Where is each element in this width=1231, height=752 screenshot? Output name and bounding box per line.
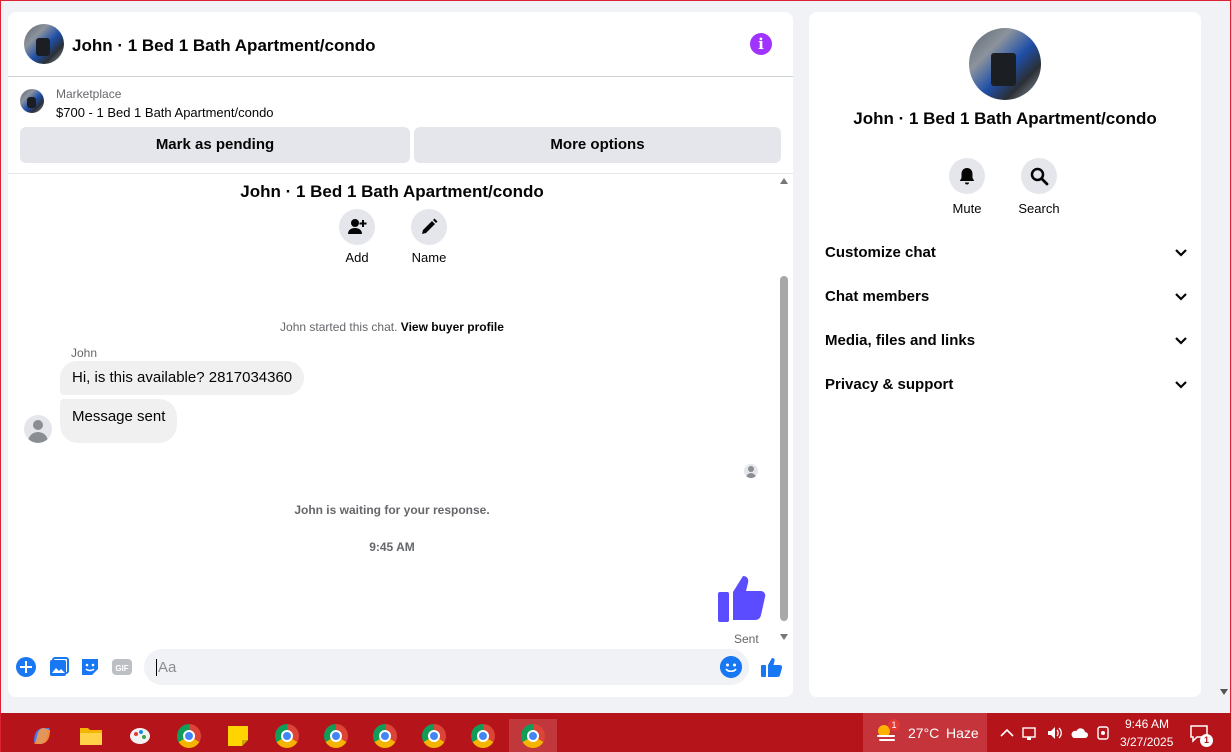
customize-chat-section[interactable]: Customize chat <box>825 238 1187 268</box>
listing-price-title[interactable]: $700 - 1 Bed 1 Bath Apartment/condo <box>56 105 274 120</box>
message-bubble[interactable]: Message sent <box>60 399 178 443</box>
clock-time[interactable]: 9:46 AM <box>1125 717 1169 731</box>
marketplace-banner: Marketplace $700 - 1 Bed 1 Bath Apartmen… <box>8 77 793 174</box>
listing-avatar[interactable] <box>24 24 64 64</box>
waiting-notice: John is waiting for your response. <box>294 503 490 517</box>
sender-name: John <box>71 346 98 360</box>
page-scrollbar[interactable] <box>1217 1 1231 713</box>
volume-icon[interactable] <box>1046 725 1064 741</box>
mute-label: Mute <box>952 201 982 216</box>
chrome-profile-icon[interactable] <box>365 719 405 752</box>
name-button[interactable]: Name <box>399 209 459 265</box>
chrome-profile-icon[interactable] <box>316 719 356 752</box>
weather-widget[interactable]: 1 27°C Haze <box>863 713 987 752</box>
conversation-title: John · 1 Bed 1 Bath Apartment/condo <box>240 182 544 201</box>
network-icon[interactable] <box>1022 725 1040 741</box>
message-input[interactable]: Aa <box>144 649 749 685</box>
paint-icon[interactable] <box>120 719 160 752</box>
chat-panel: John · 1 Bed 1 Bath Apartment/condo i Ma… <box>8 12 793 697</box>
chat-info-panel: John · 1 Bed 1 Bath Apartment/condo Mute… <box>809 12 1201 697</box>
bell-icon <box>949 158 985 194</box>
media-files-links-section[interactable]: Media, files and links <box>825 326 1187 356</box>
chrome-profile-icon[interactable] <box>463 719 503 752</box>
add-label: Add <box>345 250 369 265</box>
chat-members-section[interactable]: Chat members <box>825 282 1187 312</box>
onedrive-icon[interactable] <box>1070 727 1088 739</box>
clock-date[interactable]: 3/27/2025 <box>1120 735 1173 749</box>
sender-avatar[interactable] <box>24 415 52 443</box>
gif-icon[interactable]: GIF <box>111 656 133 678</box>
chevron-down-icon <box>1175 337 1187 345</box>
chevron-down-icon <box>1175 381 1187 389</box>
pencil-icon <box>411 209 447 245</box>
photo-icon[interactable] <box>48 656 70 678</box>
search-label: Search <box>1018 201 1060 216</box>
scrollbar-thumb[interactable] <box>780 276 788 621</box>
timestamp: 9:45 AM <box>369 540 415 554</box>
sticker-icon[interactable] <box>79 656 101 678</box>
thumbs-up-icon[interactable] <box>760 656 782 678</box>
weather-badge: 1 <box>888 719 900 731</box>
temperature: 27°C <box>908 725 940 741</box>
info-avatar[interactable] <box>969 28 1041 100</box>
plus-circle-icon[interactable] <box>15 656 37 678</box>
search-button[interactable]: Search <box>1009 158 1069 216</box>
conversation-scrollbar[interactable] <box>778 174 790 644</box>
svg-text:GIF: GIF <box>115 664 128 673</box>
name-label: Name <box>411 250 447 265</box>
seen-receipt-avatar <box>744 464 758 478</box>
chevron-down-icon <box>1175 249 1187 257</box>
chat-started-notice: John started this chat. View buyer profi… <box>280 320 504 334</box>
listing-thumbnail[interactable] <box>20 89 44 113</box>
view-buyer-profile-link[interactable]: View buyer profile <box>401 320 504 334</box>
notification-count: 1 <box>1200 734 1213 747</box>
weather-condition: Haze <box>946 725 979 741</box>
chrome-profile-icon[interactable] <box>267 719 307 752</box>
search-icon <box>1021 158 1057 194</box>
scroll-down-icon[interactable] <box>780 634 788 640</box>
page-scroll-down-icon[interactable] <box>1220 689 1228 695</box>
message-bubble[interactable]: Hi, is this available? 2817034360 <box>60 361 305 395</box>
chat-title[interactable]: John · 1 Bed 1 Bath Apartment/condo <box>72 36 376 56</box>
device-icon[interactable] <box>1095 725 1111 741</box>
info-icon[interactable]: i <box>750 33 772 55</box>
chat-header: John · 1 Bed 1 Bath Apartment/condo i <box>8 12 793 77</box>
copilot-icon[interactable] <box>22 719 62 752</box>
marketplace-label: Marketplace <box>56 87 122 101</box>
chrome-profile-icon-active[interactable] <box>509 719 557 752</box>
message-input-placeholder: Aa <box>156 659 177 676</box>
privacy-support-section[interactable]: Privacy & support <box>825 370 1187 400</box>
thumbs-up-sticker <box>716 572 768 629</box>
emoji-icon[interactable] <box>720 656 742 678</box>
mark-as-pending-button[interactable]: Mark as pending <box>20 127 410 163</box>
sticky-notes-icon[interactable] <box>218 719 258 752</box>
add-button[interactable]: Add <box>327 209 387 265</box>
add-person-icon <box>339 209 375 245</box>
chevron-up-icon[interactable] <box>1000 727 1014 739</box>
chrome-icon[interactable] <box>169 719 209 752</box>
conversation-area: John · 1 Bed 1 Bath Apartment/condo Add … <box>8 174 793 646</box>
mute-button[interactable]: Mute <box>937 158 997 216</box>
chrome-profile-icon[interactable] <box>414 719 454 752</box>
more-options-button[interactable]: More options <box>414 127 781 163</box>
info-title: John · 1 Bed 1 Bath Apartment/condo <box>853 109 1157 128</box>
chevron-down-icon <box>1175 293 1187 301</box>
scroll-up-icon[interactable] <box>780 178 788 184</box>
message-composer: GIF Aa <box>8 644 793 697</box>
file-explorer-icon[interactable] <box>71 719 111 752</box>
